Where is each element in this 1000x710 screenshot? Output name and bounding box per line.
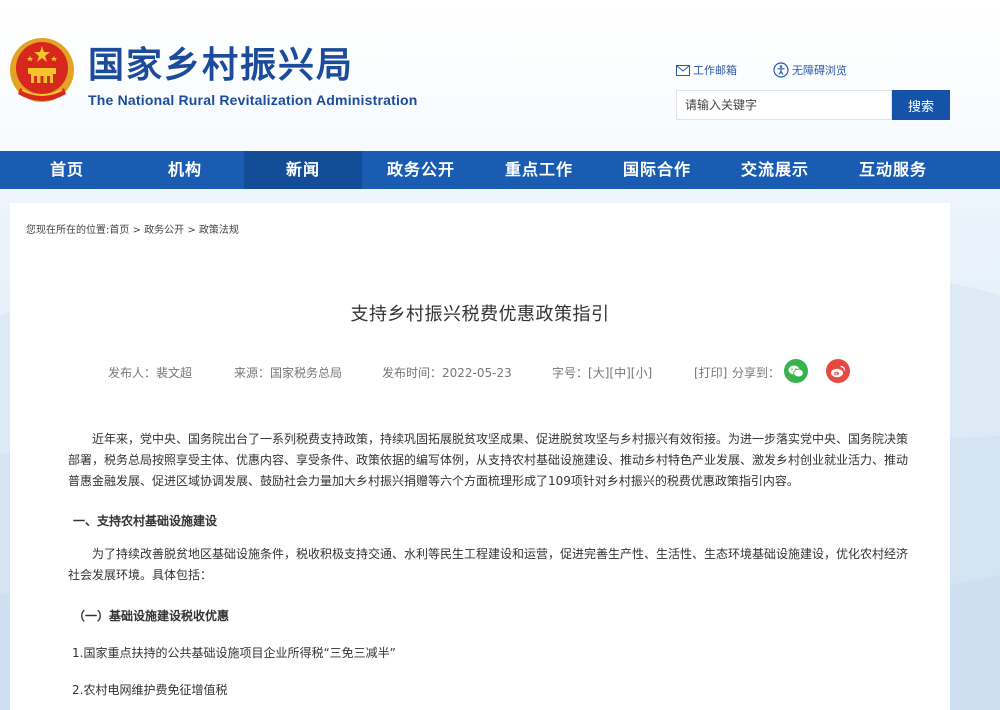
article-paragraph: 近年来，党中央、国务院出台了一系列税费支持政策，持续巩固拓展脱贫攻坚成果、促进脱…	[68, 432, 909, 488]
breadcrumb: 您现在所在的位置:首页 > 政务公开 > 政策法规	[26, 221, 239, 236]
nav-organization[interactable]: 机构	[126, 151, 244, 189]
meta-date: 发布时间：2022-05-23	[382, 366, 512, 380]
email-link-label: 工作邮箱	[693, 64, 737, 77]
print-link[interactable]: [打印]	[694, 364, 727, 381]
nav-government-affairs[interactable]: 政务公开	[362, 151, 480, 189]
main-nav: 首页 机构 新闻 政务公开 重点工作 国际合作 交流展示 互动服务	[0, 151, 1000, 189]
wechat-icon	[788, 365, 804, 377]
policy-item: 2.农村电网维护费免征增值税	[72, 683, 228, 697]
meta-source: 来源：国家税务总局	[234, 366, 343, 380]
breadcrumb-policy[interactable]: 政策法规	[199, 225, 239, 236]
font-size-medium[interactable]: [中]	[609, 366, 630, 380]
nav-home[interactable]: 首页	[0, 151, 126, 189]
subsection-heading: （一）基础设施建设税收优惠	[73, 609, 230, 623]
article-card: 您现在所在的位置:首页 > 政务公开 > 政策法规 支持乡村振兴税费优惠政策指引…	[10, 203, 950, 710]
site-subtitle: The National Rural Revitalization Admini…	[88, 92, 418, 108]
accessibility-icon	[773, 62, 789, 78]
share-label: 分享到：	[732, 366, 781, 380]
nav-key-work[interactable]: 重点工作	[480, 151, 598, 189]
section-heading: 一、支持农村基础设施建设	[73, 514, 218, 528]
nav-international[interactable]: 国际合作	[598, 151, 716, 189]
accessibility-link[interactable]: 无障碍浏览	[773, 62, 847, 78]
nav-exchange[interactable]: 交流展示	[716, 151, 834, 189]
breadcrumb-separator: >	[132, 225, 141, 236]
search-input[interactable]	[676, 90, 892, 120]
site-header: 国家乡村振兴局 The National Rural Revitalizatio…	[0, 0, 1000, 150]
font-size-control: 字号：[大][中][小]	[552, 364, 652, 381]
policy-item: 1.国家重点扶持的公共基础设施项目企业所得税“三免三减半”	[72, 646, 396, 660]
article-meta: 发布人：裴文超 来源：国家税务总局 发布时间：2022-05-23 字号：[大]…	[10, 359, 950, 383]
font-size-large[interactable]: [大]	[588, 366, 609, 380]
article-paragraph: 为了持续改善脱贫地区基础设施条件，税收积极支持交通、水利等民生工程建设和运营，促…	[68, 547, 909, 582]
font-size-label: 字号：	[552, 366, 589, 380]
breadcrumb-government-affairs[interactable]: 政务公开	[144, 225, 184, 236]
nav-interactive-services[interactable]: 互动服务	[834, 151, 952, 189]
breadcrumb-separator: >	[187, 225, 196, 236]
font-size-small[interactable]: [小]	[631, 366, 652, 380]
breadcrumb-prefix: 您现在所在的位置:	[26, 225, 110, 236]
search-button[interactable]: 搜索	[892, 90, 950, 120]
share-wechat-button[interactable]	[784, 359, 808, 383]
share-weibo-button[interactable]	[826, 359, 850, 383]
email-link[interactable]: 工作邮箱	[676, 62, 737, 78]
breadcrumb-home[interactable]: 首页	[109, 225, 129, 236]
meta-publisher: 发布人：裴文超	[108, 366, 193, 380]
nav-news[interactable]: 新闻	[244, 151, 362, 189]
site-title: 国家乡村振兴局	[88, 45, 355, 86]
national-emblem-icon	[10, 38, 74, 102]
mail-icon	[676, 64, 690, 76]
weibo-icon	[831, 365, 846, 377]
article-title: 支持乡村振兴税费优惠政策指引	[350, 304, 610, 325]
accessibility-link-label: 无障碍浏览	[792, 64, 847, 77]
